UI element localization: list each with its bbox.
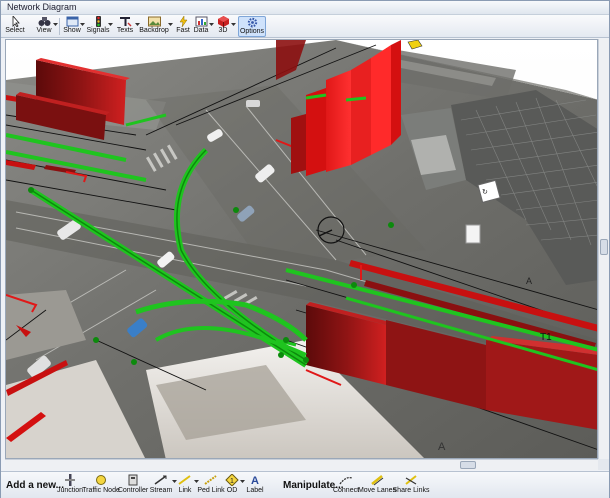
- lane-label-t1: T1: [540, 332, 552, 343]
- share-links-icon: [405, 475, 417, 485]
- toolbar-texts[interactable]: Texts: [114, 16, 136, 37]
- add-stream-button[interactable]: Stream: [150, 474, 172, 498]
- add-stream-label: Stream: [149, 487, 173, 494]
- add-traffic-node-button[interactable]: Traffic Node: [82, 474, 120, 498]
- text-tag-icon: [119, 17, 131, 27]
- svg-text:↻: ↻: [482, 189, 488, 196]
- add-ped-link-label: Ped Link: [197, 487, 225, 494]
- controller-icon: [128, 474, 138, 486]
- toolbar-backdrop[interactable]: Backdrop: [139, 16, 169, 37]
- toolbar-texts-label: Texts: [116, 27, 134, 34]
- add-traffic-node-label: Traffic Node: [82, 487, 120, 494]
- add-new-label: Add a new...: [6, 480, 64, 491]
- options-gear-icon: [247, 17, 257, 28]
- backdrop-image-icon: [147, 16, 161, 27]
- move-lanes-label: Move Lanes: [357, 487, 397, 494]
- connect-button[interactable]: Connect: [332, 474, 360, 498]
- chevron-down-icon[interactable]: [80, 22, 85, 27]
- toolbar-show[interactable]: Show: [62, 16, 82, 37]
- cube-3d-icon: [217, 16, 229, 27]
- chevron-down-icon[interactable]: [209, 22, 214, 27]
- lane-label-a: A: [526, 276, 532, 286]
- toolbar-data[interactable]: Data: [192, 16, 210, 37]
- add-ped-link-button[interactable]: Ped Link: [197, 474, 225, 498]
- add-junction-button[interactable]: Junction: [56, 474, 84, 498]
- svg-text:1: 1: [230, 478, 234, 485]
- toolbar-fast[interactable]: Fast: [175, 16, 191, 37]
- add-od-button[interactable]: 1 OD: [224, 474, 240, 498]
- toolbar-separator: [59, 18, 60, 35]
- connect-label: Connect: [332, 487, 360, 494]
- stream-icon: [154, 475, 167, 485]
- vertical-scroll-thumb[interactable]: [600, 239, 608, 255]
- toolbar-data-label: Data: [193, 27, 209, 34]
- add-link-button[interactable]: Link: [177, 474, 193, 498]
- chevron-down-icon[interactable]: [168, 22, 173, 27]
- chevron-down-icon[interactable]: [240, 479, 245, 484]
- toolbar-backdrop-label: Backdrop: [139, 27, 169, 34]
- share-links-button[interactable]: Share Links: [392, 474, 430, 498]
- data-chart-icon: [195, 16, 207, 27]
- toolbar-signals[interactable]: Signals: [87, 16, 109, 37]
- toolbar-options-label: Options: [239, 28, 265, 35]
- add-junction-label: Junction: [56, 487, 84, 494]
- junction-icon: [65, 474, 75, 486]
- add-label-label: Label: [246, 487, 264, 494]
- lightning-icon: [179, 16, 187, 27]
- toolbar-3d-label: 3D: [218, 27, 228, 34]
- add-link-label: Link: [178, 487, 192, 494]
- network-diagram-window: Network Diagram Select View Show Signals…: [0, 0, 610, 498]
- bottom-toolbar: Add a new... Junction Traffic Node Contr…: [1, 471, 609, 498]
- add-od-label: OD: [226, 487, 238, 494]
- toolbar-view-label: View: [36, 27, 52, 34]
- horizontal-scrollbar[interactable]: [5, 459, 598, 470]
- toolbar-view[interactable]: View: [33, 16, 55, 37]
- ped-link-icon: [204, 475, 217, 485]
- share-links-label: Share Links: [392, 487, 430, 494]
- move-lanes-button[interactable]: Move Lanes: [357, 474, 397, 498]
- toolbar-select-label: Select: [5, 27, 25, 34]
- label-icon: A: [251, 475, 259, 486]
- svg-text:A: A: [251, 475, 259, 486]
- title-bar: Network Diagram: [1, 1, 609, 15]
- network-3d-scene[interactable]: ↻ T1 A A: [6, 40, 598, 459]
- toolbar-options[interactable]: Options: [238, 16, 266, 37]
- move-lanes-icon: [371, 475, 384, 486]
- add-label-button[interactable]: A Label: [246, 474, 264, 498]
- chevron-down-icon[interactable]: [53, 22, 58, 27]
- vertical-scrollbar[interactable]: [598, 39, 609, 459]
- toolbar-3d[interactable]: 3D: [215, 16, 231, 37]
- toolbar-select[interactable]: Select: [4, 16, 26, 37]
- network-diagram-canvas[interactable]: ↻ T1 A A: [5, 39, 598, 459]
- link-icon: [178, 475, 191, 485]
- cursor-arrow-icon: [12, 16, 20, 27]
- connect-icon: [339, 476, 353, 485]
- traffic-node-icon: [96, 475, 106, 485]
- toolbar-signals-label: Signals: [86, 27, 110, 34]
- toolbar-show-label: Show: [63, 27, 81, 34]
- scroll-corner: [598, 459, 609, 470]
- horizontal-scroll-thumb[interactable]: [460, 461, 476, 469]
- binoculars-icon: [38, 17, 50, 26]
- top-toolbar: Select View Show Signals Texts Backdrop: [1, 15, 609, 38]
- add-controller-button[interactable]: Controller: [117, 474, 149, 498]
- show-window-icon: [66, 16, 78, 27]
- lane-label-a-lower: A: [438, 441, 446, 453]
- window-title: Network Diagram: [7, 2, 77, 12]
- traffic-light-icon: [95, 16, 101, 27]
- add-controller-label: Controller: [117, 487, 149, 494]
- chevron-down-icon[interactable]: [108, 22, 113, 27]
- toolbar-fast-label: Fast: [176, 27, 190, 34]
- od-icon: 1: [225, 474, 239, 486]
- chevron-down-icon[interactable]: [231, 22, 236, 27]
